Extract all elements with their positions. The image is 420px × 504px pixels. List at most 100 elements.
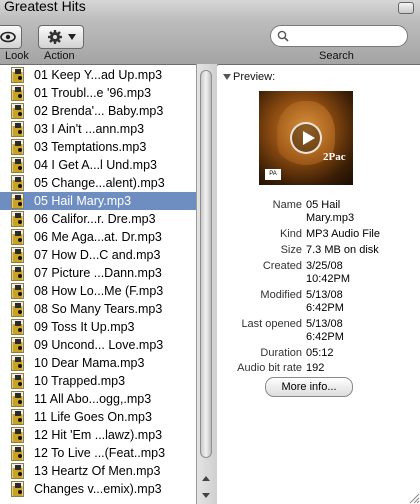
list-item-label: 01 Keep Y...ad Up.mp3 (34, 68, 163, 82)
mp3-file-icon (11, 103, 24, 119)
mp3-file-icon (11, 229, 24, 245)
list-item[interactable]: 07 How D...C and.mp3 (0, 246, 196, 264)
list-item-label: 07 Picture ...Dann.mp3 (34, 266, 162, 280)
list-item-label: 12 To Live ...(Feat..mp3 (34, 446, 166, 460)
album-art[interactable]: 2Pac PA (259, 91, 353, 185)
list-item[interactable]: 05 Change...alent).mp3 (0, 174, 196, 192)
mp3-file-icon (11, 463, 24, 479)
preview-pane: Preview: 2Pac PA Name 05 Hail Mary.mp3 K… (217, 66, 420, 504)
mp3-file-icon (11, 481, 24, 497)
mp3-file-icon (11, 427, 24, 443)
list-item[interactable]: 03 Temptations.mp3 (0, 138, 196, 156)
search-input[interactable] (293, 28, 401, 44)
list-item-label: 10 Dear Mama.mp3 (34, 356, 145, 370)
more-info-button[interactable]: More info... (265, 377, 353, 397)
mp3-file-icon (11, 373, 24, 389)
list-item[interactable]: 11 All Abo...ogg,.mp3 (0, 390, 196, 408)
list-item-label: 12 Hit 'Em ...lawz).mp3 (34, 428, 163, 442)
list-item-label: 08 So Many Tears.mp3 (34, 302, 163, 316)
list-item[interactable]: 11 Life Goes On.mp3 (0, 408, 196, 426)
mp3-file-icon (11, 85, 24, 101)
list-item-label: 09 Toss It Up.mp3 (34, 320, 135, 334)
list-item-label: 08 How Lo...Me (F.mp3 (34, 284, 164, 298)
mp3-file-icon (11, 283, 24, 299)
kind-value: MP3 Audio File (306, 228, 380, 240)
file-list[interactable]: 01 Keep Y...ad Up.mp3 01 Troubl...e '96.m… (0, 66, 196, 504)
list-item-label: 06 Califor...r. Dre.mp3 (34, 212, 156, 226)
list-item[interactable]: 09 Toss It Up.mp3 (0, 318, 196, 336)
list-item[interactable]: 05 Hail Mary.mp3 (0, 192, 196, 210)
scroll-thumb[interactable] (200, 70, 212, 458)
last-opened-value: 5/13/08 6:42PM (306, 318, 344, 343)
list-item[interactable]: 10 Trapped.mp3 (0, 372, 196, 390)
kind-key: Kind (279, 228, 302, 240)
mp3-file-icon (11, 67, 24, 83)
search-icon (277, 30, 289, 42)
mp3-file-icon (11, 175, 24, 191)
mp3-file-icon (11, 319, 24, 335)
list-item[interactable]: 06 Califor...r. Dre.mp3 (0, 210, 196, 228)
action-label: Action (44, 50, 75, 62)
list-item-label: Changes v...emix).mp3 (34, 482, 162, 496)
eye-icon (0, 31, 16, 43)
search-label: Search (319, 50, 354, 62)
mp3-file-icon (11, 247, 24, 263)
size-key: Size (280, 244, 302, 256)
action-button[interactable] (38, 25, 84, 49)
mp3-file-icon (11, 445, 24, 461)
window-title: Greatest Hits (4, 0, 86, 14)
list-item-label: 04 I Get A...l Und.mp3 (34, 158, 157, 172)
name-key: Name (272, 199, 302, 211)
list-scrollbar[interactable] (196, 64, 218, 504)
list-item[interactable]: 13 Heartz Of Men.mp3 (0, 462, 196, 480)
mp3-file-icon (11, 301, 24, 317)
list-item-label: 10 Trapped.mp3 (34, 374, 126, 388)
scroll-up-icon[interactable] (199, 472, 213, 486)
mp3-file-icon (11, 391, 24, 407)
list-item[interactable]: 08 So Many Tears.mp3 (0, 300, 196, 318)
name-value: 05 Hail Mary.mp3 (306, 199, 355, 224)
list-item-label: 11 All Abo...ogg,.mp3 (34, 392, 152, 406)
list-item[interactable]: 07 Picture ...Dann.mp3 (0, 264, 196, 282)
list-item-label: 09 Uncond... Love.mp3 (34, 338, 164, 352)
list-item-label: 02 Brenda'... Baby.mp3 (34, 104, 164, 118)
advisory-badge: PA (265, 169, 281, 180)
toolbar-toggle-button[interactable] (398, 2, 414, 14)
duration-value: 05:12 (306, 347, 334, 359)
list-item-label: 11 Life Goes On.mp3 (34, 410, 152, 424)
list-item[interactable]: 02 Brenda'... Baby.mp3 (0, 102, 196, 120)
list-item[interactable]: Changes v...emix).mp3 (0, 480, 196, 498)
list-item[interactable]: 03 I Ain't ...ann.mp3 (0, 120, 196, 138)
resize-grip-icon[interactable] (406, 490, 420, 504)
modified-key: Modified (260, 289, 302, 301)
disclosure-triangle-icon[interactable] (223, 73, 231, 81)
size-value: 7.3 MB on disk (306, 244, 379, 256)
play-icon[interactable] (290, 122, 322, 154)
album-brand-text: 2Pac (323, 151, 346, 163)
bitrate-value: 192 (306, 362, 325, 374)
list-item[interactable]: 12 Hit 'Em ...lawz).mp3 (0, 426, 196, 444)
title-bar: Greatest Hits (0, 0, 420, 20)
list-item[interactable]: 12 To Live ...(Feat..mp3 (0, 444, 196, 462)
list-item[interactable]: 01 Keep Y...ad Up.mp3 (0, 66, 196, 84)
list-item-label: 03 Temptations.mp3 (34, 140, 147, 154)
list-item-label: 13 Heartz Of Men.mp3 (34, 464, 161, 478)
toolbar: Look Action Search (0, 20, 420, 65)
list-item[interactable]: 08 How Lo...Me (F.mp3 (0, 282, 196, 300)
scroll-down-icon[interactable] (199, 488, 213, 502)
mp3-file-icon (11, 355, 24, 371)
look-button[interactable] (0, 25, 22, 49)
list-item[interactable]: 01 Troubl...e '96.mp3 (0, 84, 196, 102)
look-label: Look (5, 50, 29, 62)
mp3-file-icon (11, 409, 24, 425)
search-field[interactable] (270, 25, 408, 47)
list-item[interactable]: 10 Dear Mama.mp3 (0, 354, 196, 372)
list-item-label: 03 I Ain't ...ann.mp3 (34, 122, 145, 136)
list-item[interactable]: 06 Me Aga...at. Dr.mp3 (0, 228, 196, 246)
mp3-file-icon (11, 157, 24, 173)
mp3-file-icon (11, 121, 24, 137)
duration-key: Duration (260, 347, 302, 359)
list-item[interactable]: 04 I Get A...l Und.mp3 (0, 156, 196, 174)
mp3-file-icon (11, 211, 24, 227)
list-item[interactable]: 09 Uncond... Love.mp3 (0, 336, 196, 354)
